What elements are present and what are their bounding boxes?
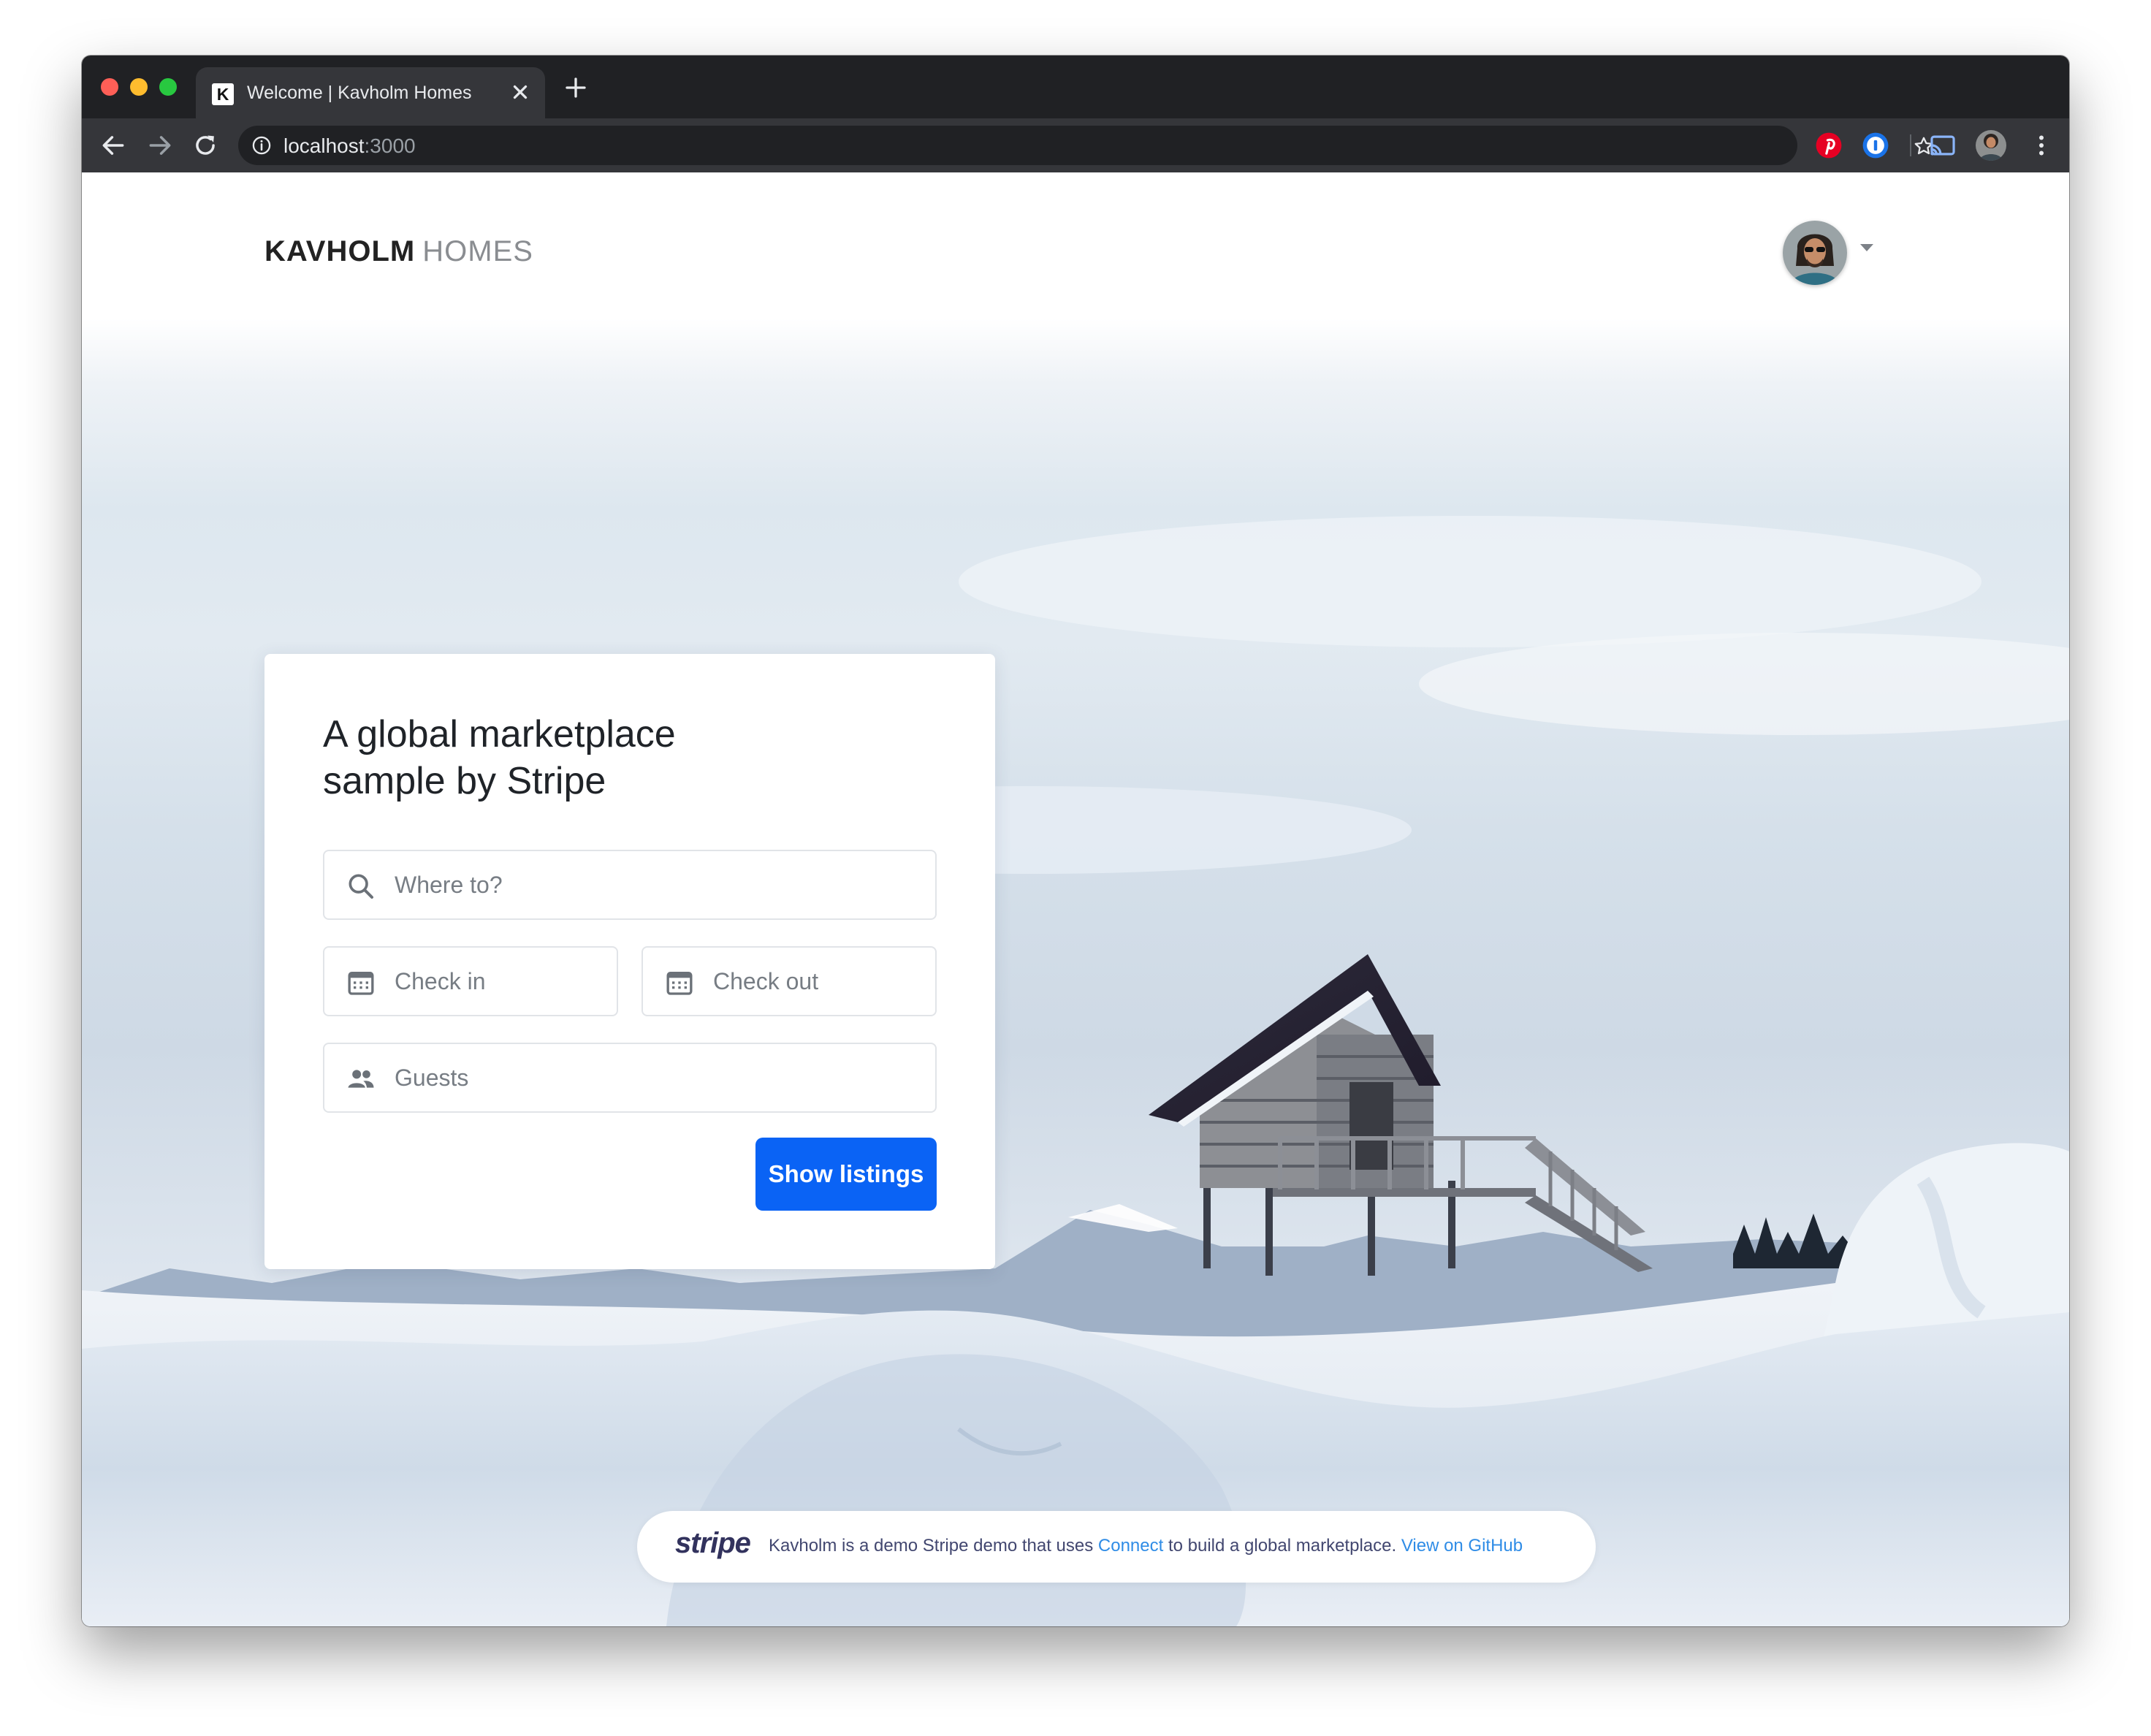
tab-title: Welcome | Kavholm Homes [247,83,472,103]
show-listings-button[interactable]: Show listings [755,1138,937,1211]
footer-text-before: Kavholm is a demo Stripe demo that uses [769,1536,1098,1556]
url-host: localhost [283,134,365,157]
site-logo[interactable]: KAVHOLM HOMES [264,235,533,268]
url-text: localhost:3000 [283,134,416,158]
cast-icon[interactable] [1929,132,1957,159]
logo-secondary-text: HOMES [422,235,533,267]
calendar-icon [348,972,374,995]
guests-field[interactable] [323,1043,937,1113]
search-card-title: A global marketplace sample by Stripe [323,713,676,802]
where-input[interactable] [395,866,918,904]
people-icon [348,1070,374,1088]
page-viewport: KAVHOLM HOMES A global marketplace sample… [82,172,2069,1626]
view-on-github-link[interactable]: View on GitHub [1401,1536,1523,1556]
user-avatar[interactable] [1783,221,1847,285]
toolbar-separator [1910,134,1911,156]
browser-toolbar: localhost:3000 [82,118,2069,173]
stripe-logo[interactable]: stripe [675,1527,751,1560]
tab-strip: K Welcome | Kavholm Homes [82,56,2069,118]
close-tab-icon[interactable] [507,79,533,105]
site-info-icon[interactable] [251,135,272,156]
demo-info-text: Kavholm is a demo Stripe demo that uses … [769,1536,1523,1556]
back-arrow-icon[interactable] [99,132,127,159]
browser-tab-active[interactable]: K Welcome | Kavholm Homes [196,67,545,118]
forward-arrow-icon[interactable] [146,132,174,159]
chevron-down-icon[interactable] [1859,243,1875,253]
maximize-window-button[interactable] [159,78,177,96]
new-tab-icon[interactable] [563,75,589,101]
where-field[interactable] [323,850,937,920]
password-manager-extension-icon[interactable] [1862,132,1889,159]
check-in-input[interactable] [395,962,599,1000]
search-icon [349,874,373,899]
url-port: :3000 [364,134,416,157]
check-out-field[interactable] [642,946,937,1016]
connect-link[interactable]: Connect [1098,1536,1163,1556]
logo-primary-text: KAVHOLM [264,235,416,267]
browser-window: K Welcome | Kavholm Homes localhost:3000… [82,56,2069,1626]
guests-input[interactable] [395,1059,918,1097]
address-bar[interactable]: localhost:3000 [238,126,1933,165]
minimize-window-button[interactable] [130,78,148,96]
calendar-icon [666,972,693,995]
demo-info-banner: stripe Kavholm is a demo Stripe demo tha… [637,1511,1596,1583]
check-out-input[interactable] [713,962,918,1000]
profile-avatar-icon[interactable] [1976,130,2006,161]
browser-menu-icon[interactable] [2028,132,2055,159]
check-in-field[interactable] [323,946,618,1016]
close-window-button[interactable] [101,78,118,96]
pinterest-extension-icon[interactable] [1815,132,1843,159]
footer-text-middle: to build a global marketplace. [1163,1536,1401,1556]
favicon-icon: K [212,83,234,105]
search-card: A global marketplace sample by Stripe Wh… [264,654,995,1269]
reload-icon[interactable] [191,132,219,159]
hut-illustration [1149,954,1653,1276]
